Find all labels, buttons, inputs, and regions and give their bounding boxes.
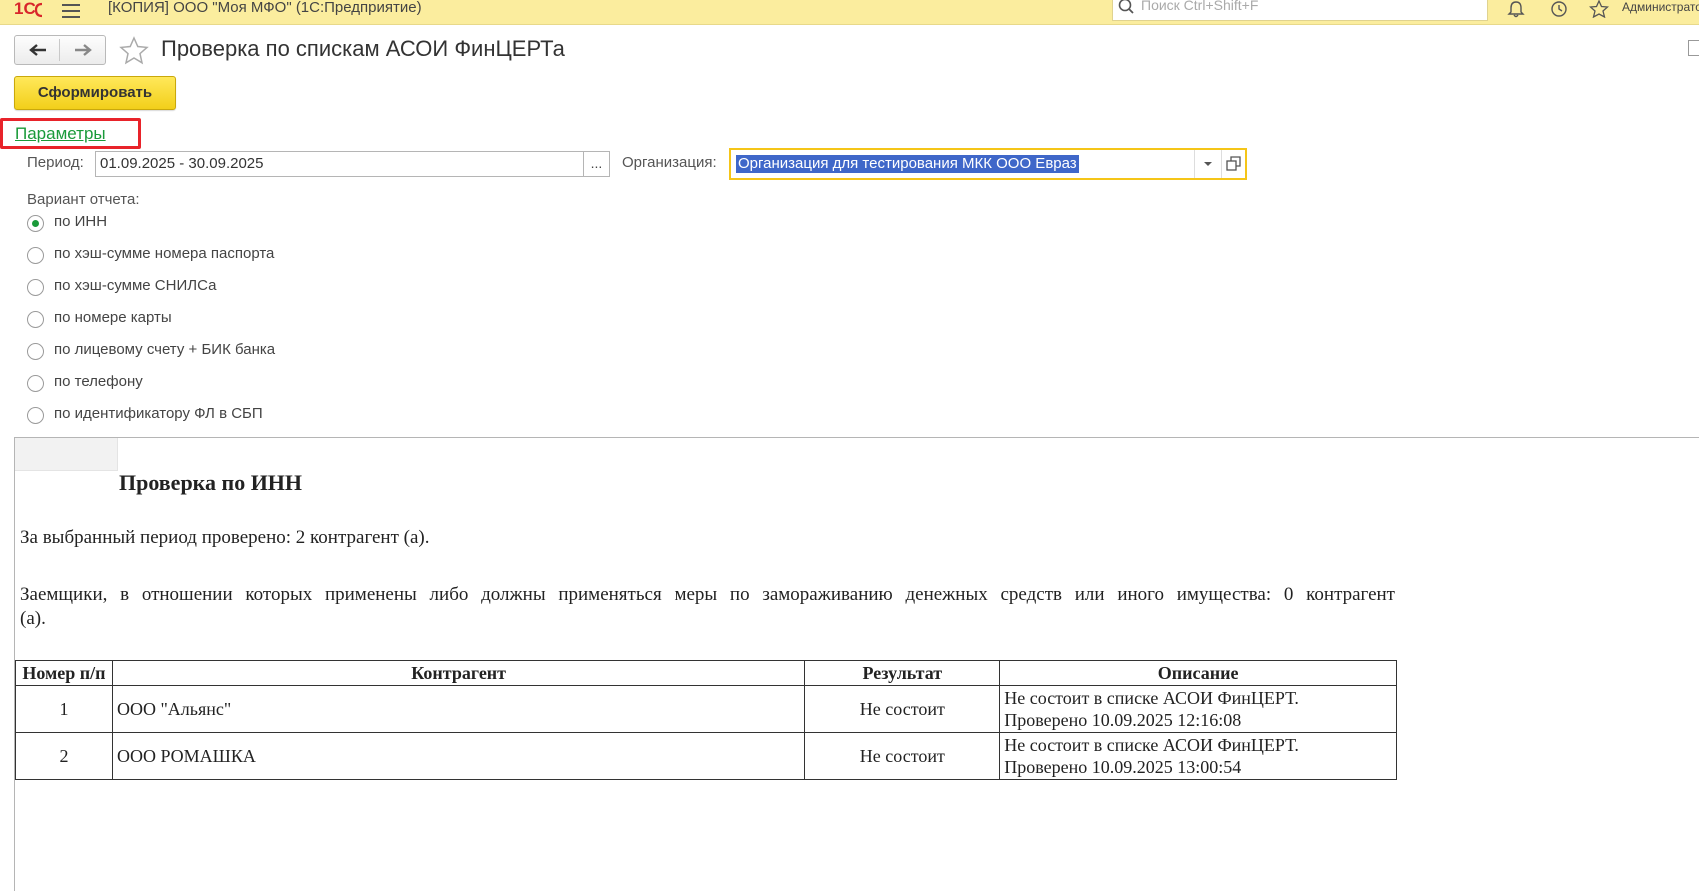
- params-link[interactable]: Параметры: [15, 124, 106, 144]
- org-open-button[interactable]: [1221, 150, 1246, 178]
- cell-description: Не состоит в списке АСОИ ФинЦЕРТ. Провер…: [999, 685, 1397, 733]
- table-row: 2 ООО РОМАШКА Не состоит Не состоит в сп…: [15, 732, 1397, 780]
- more-icon[interactable]: [1688, 40, 1699, 56]
- description-line: Не состоит в списке АСОИ ФинЦЕРТ.: [1004, 735, 1299, 755]
- radio-button[interactable]: [27, 247, 44, 264]
- variant-option-label: по идентификатору ФЛ в СБП: [54, 405, 263, 422]
- history-icon[interactable]: [1549, 0, 1569, 18]
- bell-icon[interactable]: [1506, 0, 1526, 18]
- report-corner-cell: [15, 438, 118, 471]
- period-select-button[interactable]: ...: [583, 151, 610, 177]
- radio-button[interactable]: [27, 375, 44, 392]
- radio-button[interactable]: [27, 311, 44, 328]
- cell-result: Не состоит: [804, 685, 1001, 733]
- org-dropdown-button[interactable]: [1194, 150, 1221, 178]
- cell-description: Не состоит в списке АСОИ ФинЦЕРТ. Провер…: [999, 732, 1397, 780]
- report-area[interactable]: Проверка по ИНН За выбранный период пров…: [14, 437, 1699, 891]
- variant-option-label: по ИНН: [54, 213, 108, 230]
- back-arrow-icon: [29, 44, 46, 56]
- history-nav: [14, 35, 106, 65]
- open-form-icon: [1226, 156, 1241, 171]
- org-label: Организация:: [622, 154, 717, 171]
- forward-arrow-icon: [75, 44, 92, 56]
- report-checked-text: За выбранный период проверено: 2 контраг…: [20, 527, 430, 548]
- variant-option-label: по хэш-сумме номера паспорта: [54, 245, 275, 262]
- radio-button[interactable]: [27, 343, 44, 360]
- search-input[interactable]: Поиск Ctrl+Shift+F: [1112, 0, 1488, 21]
- 1c-logo-icon[interactable]: 1C: [14, 0, 52, 18]
- report-freeze-text-cont: (а).: [20, 608, 46, 629]
- report-table: Номер п/п Контрагент Результат Описание …: [15, 660, 1397, 780]
- search-placeholder: Поиск Ctrl+Shift+F: [1141, 0, 1259, 13]
- column-header-description: Описание: [999, 660, 1397, 686]
- favorite-star-icon[interactable]: [119, 36, 149, 66]
- column-header-counterparty: Контрагент: [111, 660, 806, 686]
- page-title: Проверка по спискам АСОИ ФинЦЕРТа: [161, 36, 565, 61]
- cell-counterparty: ООО "Альянс": [111, 685, 806, 733]
- radio-button[interactable]: [27, 215, 44, 232]
- period-label: Период:: [27, 154, 84, 171]
- generate-button[interactable]: Сформировать: [14, 76, 176, 110]
- app-title: [КОПИЯ] ООО "Моя МФО" (1С:Предприятие): [108, 0, 422, 16]
- table-row: 1 ООО "Альянс" Не состоит Не состоит в с…: [15, 685, 1397, 733]
- forward-button[interactable]: [60, 36, 105, 64]
- table-header-row: Номер п/п Контрагент Результат Описание: [15, 660, 1397, 686]
- report-title: Проверка по ИНН: [119, 470, 303, 495]
- org-value: Организация для тестирования МКК ООО Евр…: [736, 155, 1079, 173]
- search-icon: [1118, 0, 1134, 14]
- variant-option-label: по хэш-сумме СНИЛСа: [54, 277, 217, 294]
- cell-counterparty: ООО РОМАШКА: [111, 732, 806, 780]
- variant-option-label: по лицевому счету + БИК банка: [54, 341, 276, 358]
- star-icon[interactable]: [1589, 0, 1609, 18]
- user-name[interactable]: Администратор: [1622, 0, 1699, 14]
- radio-button[interactable]: [27, 407, 44, 424]
- column-header-num: Номер п/п: [15, 660, 113, 686]
- cell-result: Не состоит: [804, 732, 1001, 780]
- variant-label: Вариант отчета:: [27, 191, 140, 208]
- svg-text:1C: 1C: [14, 0, 36, 18]
- cell-num: 1: [15, 685, 113, 733]
- description-line: Не состоит в списке АСОИ ФинЦЕРТ.: [1004, 688, 1299, 708]
- dropdown-arrow-icon: [1204, 162, 1212, 166]
- description-checked: Проверено 10.09.2025 13:00:54: [1004, 757, 1242, 777]
- variant-option-label: по телефону: [54, 373, 143, 390]
- back-button[interactable]: [15, 36, 60, 64]
- description-checked: Проверено 10.09.2025 12:16:08: [1004, 710, 1242, 730]
- org-field[interactable]: Организация для тестирования МКК ООО Евр…: [729, 148, 1247, 180]
- report-freeze-text: Заемщики, в отношении которых применены …: [20, 584, 1395, 605]
- column-header-result: Результат: [804, 660, 1001, 686]
- period-field[interactable]: 01.09.2025 - 30.09.2025: [95, 151, 584, 177]
- menu-icon[interactable]: [62, 4, 80, 18]
- radio-button[interactable]: [27, 279, 44, 296]
- cell-num: 2: [15, 732, 113, 780]
- top-bar: 1C [КОПИЯ] ООО "Моя МФО" (1С:Предприятие…: [0, 0, 1699, 25]
- variant-option-label: по номере карты: [54, 309, 172, 326]
